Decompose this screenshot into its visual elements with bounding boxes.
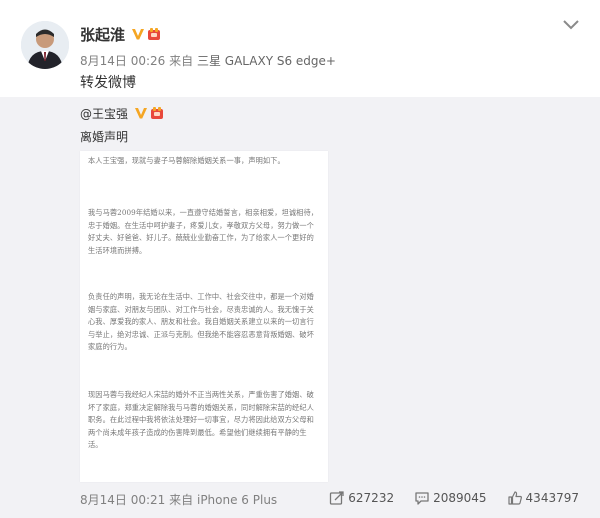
comment-button[interactable]: 2089045 [414,490,487,506]
repost-footer: 8月14日 00:21 来自 iPhone 6 Plus 627232 2089… [0,484,600,518]
like-button[interactable]: 4343797 [507,490,579,506]
verified-v-icon [135,108,148,119]
comment-icon [415,492,429,505]
weibo-post-card: 张起淮 8月14日 00:26 来自 三星 GALAXY S6 edge+ 转发… [0,0,600,518]
source-device[interactable]: 三星 GALAXY S6 edge+ [197,54,336,68]
post-timestamp[interactable]: 8月14日 00:26 [80,54,165,68]
comment-count: 2089045 [433,491,487,505]
post-text: 转发微博 [80,75,136,91]
author-name[interactable]: 张起淮 [80,24,125,45]
repost-count: 627232 [348,491,395,505]
repost-button[interactable]: 627232 [329,490,394,506]
letter-paragraph: 我与马蓉2009年结婚以来，一直遵守结婚誓言，相亲相爱，坦诚相待，忠于婚姻。在生… [88,208,319,255]
source-prefix: 来自 [169,493,194,507]
repost-meta: 8月14日 00:21 来自 iPhone 6 Plus [80,491,277,508]
vip-icon[interactable] [147,27,161,41]
avatar-image [21,21,69,69]
repost-timestamp[interactable]: 8月14日 00:21 [80,493,165,507]
repost-container[interactable]: @王宝强 离婚声明 本人王宝强，现就与妻子马蓉解除婚姻关系一事，声明如下。 我与… [0,97,600,518]
like-count: 4343797 [525,491,579,505]
repost-icon [330,491,344,505]
like-icon [507,491,522,505]
statement-image[interactable]: 本人王宝强，现就与妻子马蓉解除婚姻关系一事，声明如下。 我与马蓉2009年结婚以… [80,151,328,482]
chevron-down-icon[interactable] [562,19,580,31]
post-meta: 8月14日 00:26 来自 三星 GALAXY S6 edge+ [80,52,336,69]
repost-author-row: @王宝强 [80,105,164,121]
verified-v-icon [132,29,145,40]
source-device[interactable]: iPhone 6 Plus [197,493,277,507]
vip-icon[interactable] [150,106,164,120]
repost-author[interactable]: @王宝强 [80,105,128,122]
repost-title: 离婚声明 [80,130,129,144]
source-prefix: 来自 [169,54,194,68]
avatar[interactable] [21,21,69,69]
action-bar: 627232 2089045 4343797 [309,490,579,506]
author-row: 张起淮 [80,24,161,44]
letter-paragraph: 现因马蓉与我经纪人宋喆的婚外不正当两性关系，严重伤害了婚姻、破坏了家庭，郑重决定… [88,390,314,449]
letter-paragraph: 负责任的声明，我无论在生活中、工作中、社会交往中，都是一个对婚姻与家庭、对朋友与… [88,292,314,351]
letter-paragraph: 本人王宝强，现就与妻子马蓉解除婚姻关系一事，声明如下。 [88,156,285,165]
